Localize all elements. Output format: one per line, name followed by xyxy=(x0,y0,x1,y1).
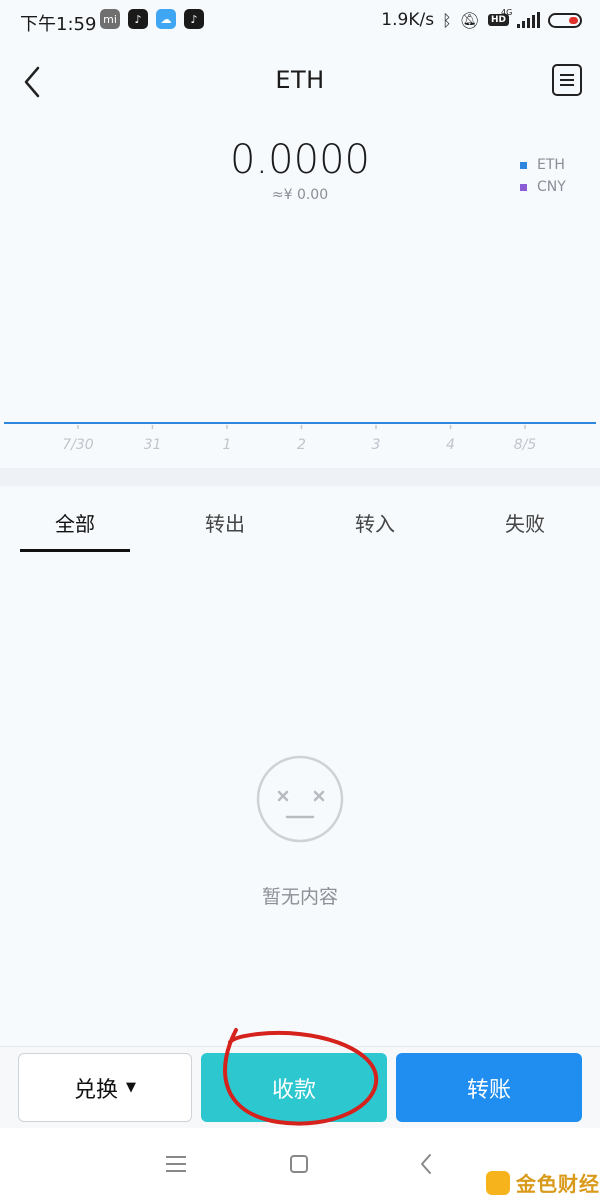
mi-app-icon: mi xyxy=(100,9,120,29)
exchange-label: 兑换 xyxy=(73,1077,118,1103)
home-icon[interactable] xyxy=(290,1155,308,1173)
tab-active-indicator xyxy=(20,549,130,552)
neutral-face-icon xyxy=(256,755,344,843)
network-type: 4G xyxy=(501,8,513,17)
x-tick-label: 3 xyxy=(372,437,381,453)
x-tick-label: 7/30 xyxy=(62,437,94,453)
bell-muted-icon: 🔕︎ xyxy=(459,10,480,30)
tab-all[interactable]: 全部 xyxy=(20,508,130,537)
tiktok-icon: ♪ xyxy=(128,9,148,29)
legend-item-eth: ETH xyxy=(520,154,566,176)
tiktok-icon: ♪ xyxy=(184,9,204,29)
page-title: ETH xyxy=(275,66,325,94)
status-app-icons: mi ♪ ☁ ♪ xyxy=(100,9,204,29)
balance-amount: 0.0000 xyxy=(230,137,370,183)
legend-label: ETH xyxy=(537,157,565,173)
balance-cny: ≈¥ 0.00 xyxy=(271,187,329,203)
tab-incoming[interactable]: 转入 xyxy=(320,508,430,537)
legend-label: CNY xyxy=(537,179,566,195)
annotation-circle xyxy=(223,1028,379,1126)
battery-icon xyxy=(548,12,582,28)
tab-outgoing[interactable]: 转出 xyxy=(170,508,280,537)
status-bar: 下午1:59 mi ♪ ☁ ♪ 1.9K/s ᛒ 🔕︎ HD 4G xyxy=(0,0,600,42)
exchange-button[interactable]: 兑换 ▼ xyxy=(18,1053,192,1122)
records-button[interactable] xyxy=(552,64,582,96)
watermark-logo-icon xyxy=(486,1170,510,1195)
x-tick-label: 2 xyxy=(297,437,306,453)
status-time: 下午1:59 xyxy=(20,14,97,35)
transfer-button[interactable]: 转账 xyxy=(396,1053,582,1122)
empty-state-text: 暂无内容 xyxy=(261,886,338,908)
caret-down-icon: ▼ xyxy=(126,1080,136,1095)
transaction-tabs: 全部 转出 转入 失败 xyxy=(0,486,600,552)
menu-icon[interactable] xyxy=(166,1156,186,1177)
chart-divider xyxy=(0,468,600,486)
legend-swatch xyxy=(520,161,527,169)
x-tick-label: 4 xyxy=(446,437,455,453)
bluetooth-icon: ᛒ xyxy=(442,10,452,30)
x-tick-label: 31 xyxy=(144,437,162,453)
x-tick-label: 1 xyxy=(223,437,232,453)
header: ETH xyxy=(0,42,600,122)
watermark-text: 金色财经 xyxy=(516,1172,600,1196)
balance-chart: 7/30 31 1 2 3 4 8/5 xyxy=(4,422,596,453)
chart-legend: ETH CNY xyxy=(520,154,566,198)
watermark: 金色财经 xyxy=(486,1168,600,1197)
nav-back-icon[interactable] xyxy=(418,1152,434,1176)
tab-failed[interactable]: 失败 xyxy=(470,508,580,537)
x-tick-label: 8/5 xyxy=(514,437,537,453)
signal-icon: 4G xyxy=(501,8,540,28)
legend-swatch xyxy=(520,183,527,191)
cloud-icon: ☁ xyxy=(156,9,176,29)
network-speed: 1.9K/s xyxy=(381,10,435,30)
legend-item-cny: CNY xyxy=(520,176,566,198)
status-right: 1.9K/s ᛒ 🔕︎ HD 4G xyxy=(381,8,582,30)
